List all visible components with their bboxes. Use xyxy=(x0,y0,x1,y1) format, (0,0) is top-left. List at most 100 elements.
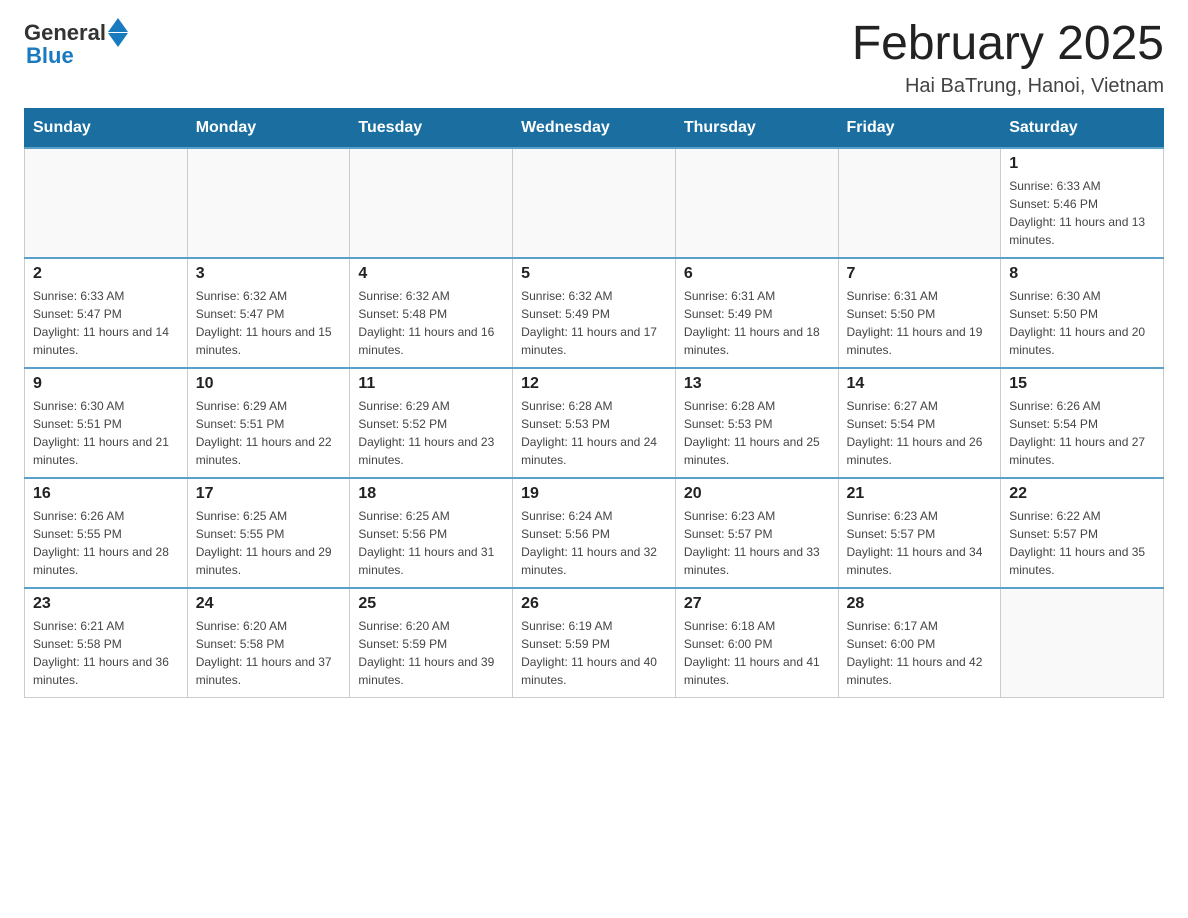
calendar-cell-1-2: 4 Sunrise: 6:32 AMSunset: 5:48 PMDaylight… xyxy=(350,258,513,368)
calendar-cell-2-1: 10 Sunrise: 6:29 AMSunset: 5:51 PMDayligh… xyxy=(187,368,350,478)
day-info: Sunrise: 6:32 AMSunset: 5:48 PMDaylight:… xyxy=(358,287,504,359)
day-info: Sunrise: 6:32 AMSunset: 5:47 PMDaylight:… xyxy=(196,287,342,359)
calendar-cell-3-4: 20Sunrise: 6:23 AMSunset: 5:57 PMDayligh… xyxy=(675,478,838,588)
week-row-1: 1 Sunrise: 6:33 AMSunset: 5:46 PMDaylight… xyxy=(25,148,1164,258)
day-info: Sunrise: 6:30 AMSunset: 5:50 PMDaylight:… xyxy=(1009,287,1155,359)
day-info: Sunrise: 6:24 AMSunset: 5:56 PMDaylight:… xyxy=(521,507,667,579)
logo-blue-text: Blue xyxy=(26,43,74,69)
day-number: 28 xyxy=(847,595,993,613)
calendar-cell-3-6: 22 Sunrise: 6:22 AMSunset: 5:57 PMDayligh… xyxy=(1001,478,1164,588)
day-number: 12 xyxy=(521,375,667,393)
day-number: 1 xyxy=(1009,155,1155,173)
calendar-cell-4-2: 25 Sunrise: 6:20 AMSunset: 5:59 PMDayligh… xyxy=(350,588,513,698)
calendar-cell-2-3: 12 Sunrise: 6:28 AMSunset: 5:53 PMDayligh… xyxy=(513,368,676,478)
day-number: 6 xyxy=(684,265,830,283)
day-number: 24 xyxy=(196,595,342,613)
calendar-cell-1-6: 8 Sunrise: 6:30 AMSunset: 5:50 PMDaylight… xyxy=(1001,258,1164,368)
day-info: Sunrise: 6:29 AMSunset: 5:51 PMDaylight:… xyxy=(196,397,342,469)
day-info: Sunrise: 6:26 AMSunset: 5:54 PMDaylight:… xyxy=(1009,397,1155,469)
day-info: Sunrise: 6:20 AMSunset: 5:59 PMDaylight:… xyxy=(358,617,504,689)
week-row-5: 23 Sunrise: 6:21 AMSunset: 5:58 PMDayligh… xyxy=(25,588,1164,698)
week-row-4: 16Sunrise: 6:26 AMSunset: 5:55 PMDayligh… xyxy=(25,478,1164,588)
header-monday: Monday xyxy=(187,108,350,148)
calendar-cell-0-5 xyxy=(838,148,1001,258)
calendar-cell-3-2: 18Sunrise: 6:25 AMSunset: 5:56 PMDayligh… xyxy=(350,478,513,588)
calendar-cell-3-3: 19 Sunrise: 6:24 AMSunset: 5:56 PMDayligh… xyxy=(513,478,676,588)
day-number: 18 xyxy=(358,485,504,503)
header-sunday: Sunday xyxy=(25,108,188,148)
day-number: 10 xyxy=(196,375,342,393)
calendar-cell-2-5: 14 Sunrise: 6:27 AMSunset: 5:54 PMDayligh… xyxy=(838,368,1001,478)
day-info: Sunrise: 6:20 AMSunset: 5:58 PMDaylight:… xyxy=(196,617,342,689)
day-number: 13 xyxy=(684,375,830,393)
day-number: 11 xyxy=(358,375,504,393)
calendar-cell-0-6: 1 Sunrise: 6:33 AMSunset: 5:46 PMDaylight… xyxy=(1001,148,1164,258)
day-number: 14 xyxy=(847,375,993,393)
day-number: 8 xyxy=(1009,265,1155,283)
calendar-cell-4-1: 24 Sunrise: 6:20 AMSunset: 5:58 PMDayligh… xyxy=(187,588,350,698)
day-number: 21 xyxy=(847,485,993,503)
day-number: 17 xyxy=(196,485,342,503)
title-section: February 2025 Hai BaTrung, Hanoi, Vietna… xyxy=(852,18,1164,98)
calendar-cell-0-4 xyxy=(675,148,838,258)
week-row-3: 9 Sunrise: 6:30 AMSunset: 5:51 PMDaylight… xyxy=(25,368,1164,478)
day-info: Sunrise: 6:22 AMSunset: 5:57 PMDaylight:… xyxy=(1009,507,1155,579)
day-info: Sunrise: 6:30 AMSunset: 5:51 PMDaylight:… xyxy=(33,397,179,469)
month-title: February 2025 xyxy=(852,18,1164,71)
day-info: Sunrise: 6:31 AMSunset: 5:49 PMDaylight:… xyxy=(684,287,830,359)
calendar-cell-2-4: 13 Sunrise: 6:28 AMSunset: 5:53 PMDayligh… xyxy=(675,368,838,478)
calendar-table: Sunday Monday Tuesday Wednesday Thursday… xyxy=(24,108,1164,699)
day-number: 9 xyxy=(33,375,179,393)
day-number: 22 xyxy=(1009,485,1155,503)
calendar-cell-3-5: 21 Sunrise: 6:23 AMSunset: 5:57 PMDayligh… xyxy=(838,478,1001,588)
day-number: 20 xyxy=(684,485,830,503)
day-number: 5 xyxy=(521,265,667,283)
header-tuesday: Tuesday xyxy=(350,108,513,148)
calendar-body: 1 Sunrise: 6:33 AMSunset: 5:46 PMDaylight… xyxy=(25,148,1164,698)
day-number: 19 xyxy=(521,485,667,503)
calendar-cell-4-0: 23 Sunrise: 6:21 AMSunset: 5:58 PMDayligh… xyxy=(25,588,188,698)
calendar-cell-4-5: 28Sunrise: 6:17 AMSunset: 6:00 PMDayligh… xyxy=(838,588,1001,698)
logo: General Blue xyxy=(24,18,128,69)
calendar-header: Sunday Monday Tuesday Wednesday Thursday… xyxy=(25,108,1164,148)
calendar-cell-4-4: 27 Sunrise: 6:18 AMSunset: 6:00 PMDayligh… xyxy=(675,588,838,698)
calendar-cell-0-0 xyxy=(25,148,188,258)
day-info: Sunrise: 6:18 AMSunset: 6:00 PMDaylight:… xyxy=(684,617,830,689)
calendar-cell-3-1: 17 Sunrise: 6:25 AMSunset: 5:55 PMDayligh… xyxy=(187,478,350,588)
day-info: Sunrise: 6:27 AMSunset: 5:54 PMDaylight:… xyxy=(847,397,993,469)
day-info: Sunrise: 6:23 AMSunset: 5:57 PMDaylight:… xyxy=(847,507,993,579)
day-number: 23 xyxy=(33,595,179,613)
calendar-cell-2-6: 15 Sunrise: 6:26 AMSunset: 5:54 PMDayligh… xyxy=(1001,368,1164,478)
day-number: 3 xyxy=(196,265,342,283)
header-saturday: Saturday xyxy=(1001,108,1164,148)
day-number: 15 xyxy=(1009,375,1155,393)
day-info: Sunrise: 6:28 AMSunset: 5:53 PMDaylight:… xyxy=(521,397,667,469)
header-thursday: Thursday xyxy=(675,108,838,148)
calendar-wrapper: Sunday Monday Tuesday Wednesday Thursday… xyxy=(0,108,1188,723)
calendar-cell-4-3: 26 Sunrise: 6:19 AMSunset: 5:59 PMDayligh… xyxy=(513,588,676,698)
day-info: Sunrise: 6:33 AMSunset: 5:47 PMDaylight:… xyxy=(33,287,179,359)
calendar-cell-0-1 xyxy=(187,148,350,258)
calendar-cell-2-0: 9 Sunrise: 6:30 AMSunset: 5:51 PMDaylight… xyxy=(25,368,188,478)
day-info: Sunrise: 6:33 AMSunset: 5:46 PMDaylight:… xyxy=(1009,177,1155,249)
weekday-header-row: Sunday Monday Tuesday Wednesday Thursday… xyxy=(25,108,1164,148)
calendar-cell-1-1: 3 Sunrise: 6:32 AMSunset: 5:47 PMDaylight… xyxy=(187,258,350,368)
day-number: 27 xyxy=(684,595,830,613)
calendar-cell-1-3: 5 Sunrise: 6:32 AMSunset: 5:49 PMDaylight… xyxy=(513,258,676,368)
day-number: 26 xyxy=(521,595,667,613)
day-number: 25 xyxy=(358,595,504,613)
day-info: Sunrise: 6:21 AMSunset: 5:58 PMDaylight:… xyxy=(33,617,179,689)
day-info: Sunrise: 6:19 AMSunset: 5:59 PMDaylight:… xyxy=(521,617,667,689)
day-info: Sunrise: 6:31 AMSunset: 5:50 PMDaylight:… xyxy=(847,287,993,359)
day-number: 2 xyxy=(33,265,179,283)
day-number: 4 xyxy=(358,265,504,283)
header-friday: Friday xyxy=(838,108,1001,148)
day-info: Sunrise: 6:29 AMSunset: 5:52 PMDaylight:… xyxy=(358,397,504,469)
day-info: Sunrise: 6:25 AMSunset: 5:55 PMDaylight:… xyxy=(196,507,342,579)
calendar-cell-3-0: 16Sunrise: 6:26 AMSunset: 5:55 PMDayligh… xyxy=(25,478,188,588)
day-info: Sunrise: 6:32 AMSunset: 5:49 PMDaylight:… xyxy=(521,287,667,359)
day-info: Sunrise: 6:28 AMSunset: 5:53 PMDaylight:… xyxy=(684,397,830,469)
calendar-cell-1-0: 2 Sunrise: 6:33 AMSunset: 5:47 PMDaylight… xyxy=(25,258,188,368)
calendar-cell-1-5: 7Sunrise: 6:31 AMSunset: 5:50 PMDaylight… xyxy=(838,258,1001,368)
calendar-cell-4-6 xyxy=(1001,588,1164,698)
